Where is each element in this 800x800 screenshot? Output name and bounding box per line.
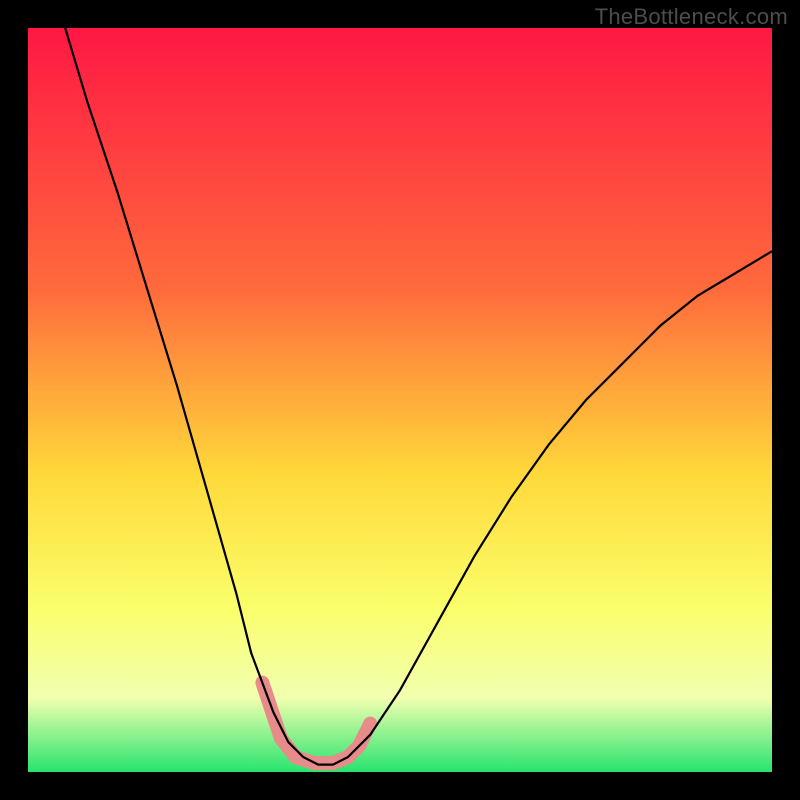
plot-area [28, 28, 772, 772]
chart-svg [28, 28, 772, 772]
chart-frame: TheBottleneck.com [0, 0, 800, 800]
watermark-text: TheBottleneck.com [595, 4, 788, 30]
gradient-background [28, 28, 772, 772]
